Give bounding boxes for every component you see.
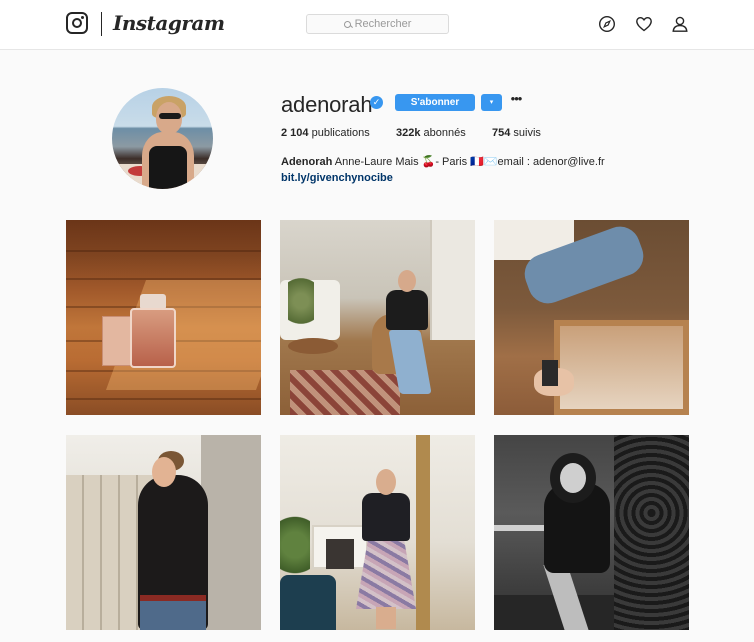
followers-count[interactable]: 322k abonnés (396, 127, 466, 139)
verified-badge-icon: ✓ (370, 96, 383, 109)
profile-username: adenorah (281, 92, 373, 117)
posts-count: 2 104 publications (281, 127, 370, 139)
more-options-icon[interactable]: ••• (510, 92, 523, 109)
following-count[interactable]: 754 suivis (492, 127, 541, 139)
following-count-value: 754 (492, 127, 511, 139)
instagram-wordmark[interactable]: Instagram (113, 11, 225, 35)
post-thumbnail-4[interactable] (66, 435, 261, 630)
logo-divider (101, 12, 102, 36)
search-placeholder: Rechercher (354, 18, 412, 30)
profile-avatar[interactable] (112, 88, 213, 189)
suggested-accounts-dropdown-button[interactable]: ▾ (481, 94, 502, 111)
post-thumbnail-6[interactable] (494, 435, 689, 630)
heart-icon[interactable] (635, 15, 653, 33)
bio-full-name: Adenorah (281, 156, 333, 168)
search-input[interactable]: Rechercher (306, 14, 449, 34)
instagram-camera-icon[interactable] (66, 12, 88, 34)
bio-text: Anne-Laure Mais 🍒- Paris 🇫🇷✉️email : ade… (334, 156, 605, 168)
post-thumbnail-3[interactable] (494, 220, 689, 415)
post-thumbnail-2[interactable] (280, 220, 475, 415)
top-navigation-bar: Instagram Rechercher (0, 0, 754, 50)
compass-icon[interactable] (598, 15, 616, 33)
followers-count-value: 322k (396, 127, 421, 139)
post-thumbnail-5[interactable] (280, 435, 475, 630)
following-count-label: suivis (513, 127, 541, 139)
profile-bio: Adenorah Anne-Laure Mais 🍒- Paris 🇫🇷✉️em… (281, 155, 605, 168)
user-icon[interactable] (671, 15, 689, 33)
posts-count-label: publications (311, 127, 370, 139)
follow-button[interactable]: S'abonner (395, 94, 475, 111)
posts-count-value: 2 104 (281, 127, 309, 139)
post-thumbnail-1[interactable] (66, 220, 261, 415)
followers-count-label: abonnés (423, 127, 466, 139)
search-icon (343, 20, 351, 28)
bio-external-link[interactable]: bit.ly/givenchynocibe (281, 172, 393, 184)
